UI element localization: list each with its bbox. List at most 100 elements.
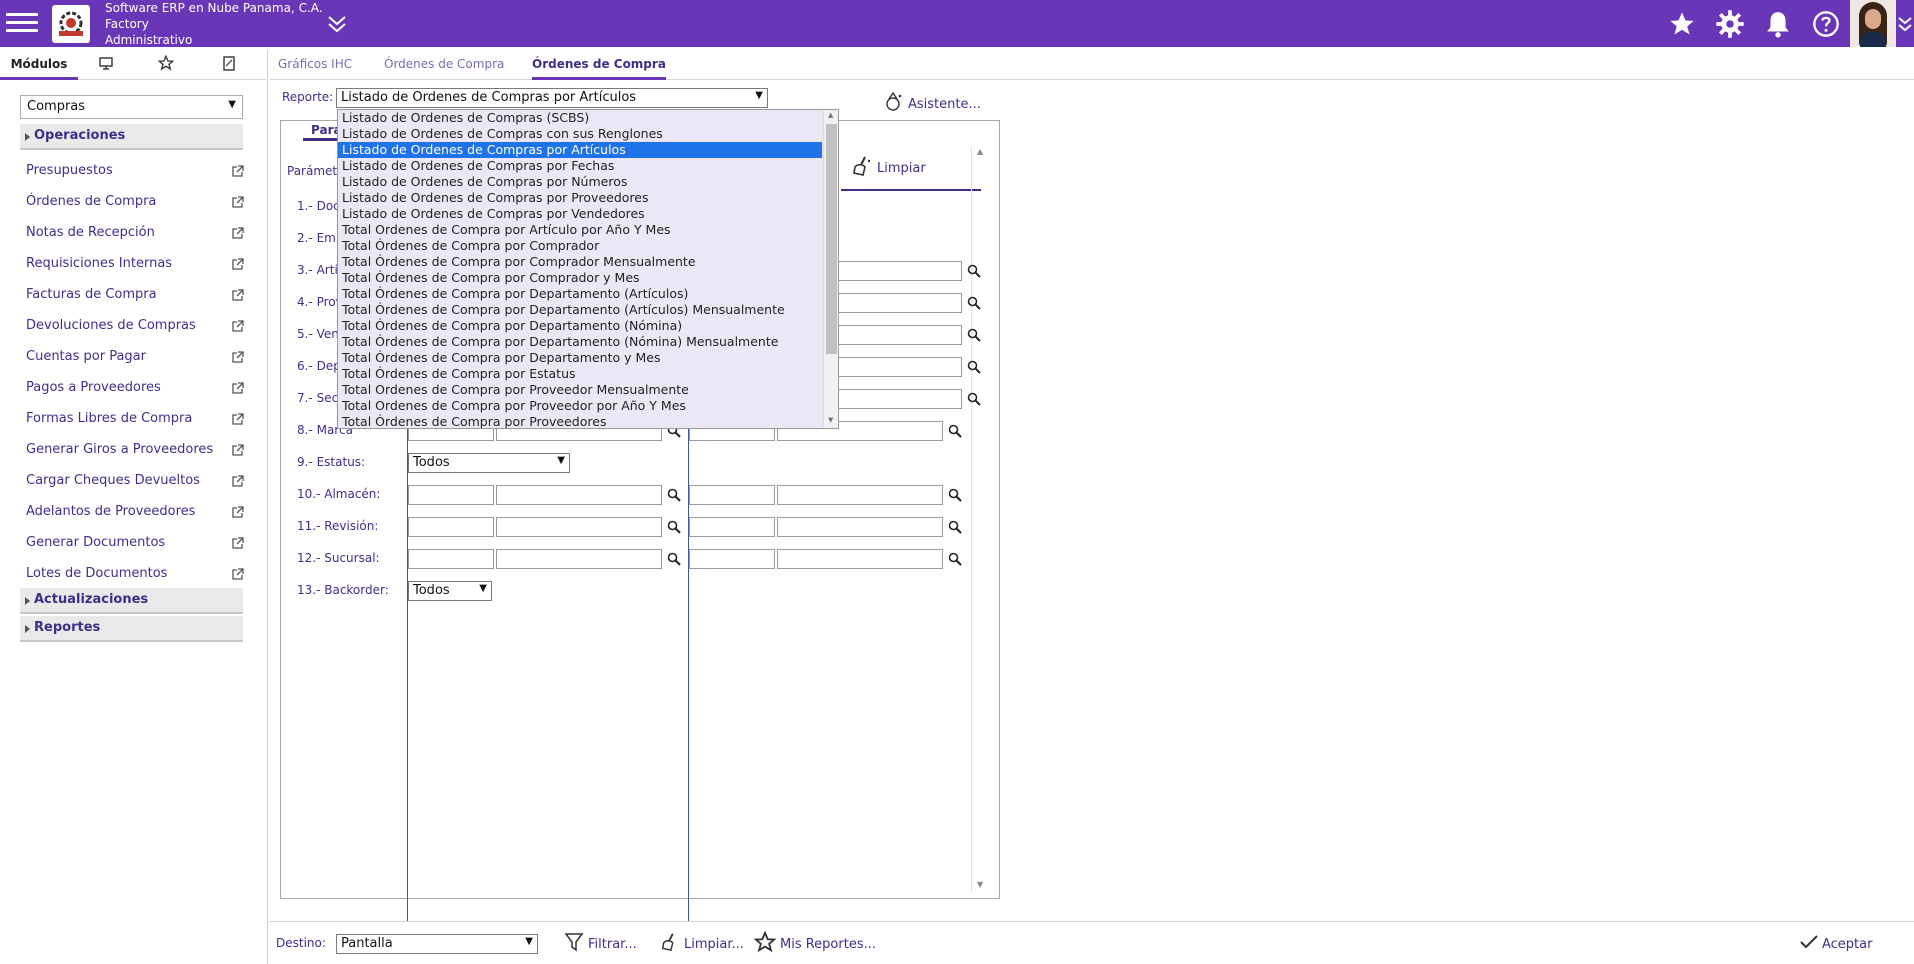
reporte-option[interactable]: Total Órdenes de Compra por Comprador Me…	[338, 254, 822, 270]
reporte-option[interactable]: Listado de Ordenes de Compras por Fechas	[338, 158, 822, 174]
reporte-option[interactable]: Total Ordenes de Compra por Proveedor po…	[338, 398, 822, 414]
menu-item-formas-libres-de-compra[interactable]: Formas Libres de Compra	[26, 408, 246, 430]
reporte-option[interactable]: Total Órdenes de Compra por Departamento…	[338, 334, 822, 350]
search-icon[interactable]	[667, 552, 681, 566]
menu-item-cuentas-por-pagar[interactable]: Cuentas por Pagar	[26, 346, 246, 368]
scrollbar-thumb[interactable]	[826, 124, 837, 354]
menu-item-generar-giros-a-proveedores[interactable]: Generar Giros a Proveedores	[26, 439, 246, 461]
tab-modulos[interactable]: Módulos	[0, 50, 78, 80]
notifications-bell-icon[interactable]	[1754, 0, 1802, 47]
reporte-option[interactable]: Total Ordenes de Compra por Proveedor Me…	[338, 382, 822, 398]
tab-ordenes-de-compra-reportes[interactable]: Órdenes de Compra	[532, 50, 666, 80]
external-link-icon[interactable]	[231, 381, 244, 394]
estatus-select[interactable]: Todos ▼	[408, 453, 570, 473]
search-icon[interactable]	[967, 264, 981, 278]
external-link-icon[interactable]	[231, 288, 244, 301]
external-link-icon[interactable]	[231, 319, 244, 332]
reporte-select[interactable]: Listado de Ordenes de Compras por Artícu…	[336, 88, 768, 108]
almacen-desde-code-field[interactable]	[408, 485, 494, 505]
tab-documents[interactable]	[198, 50, 260, 80]
menu-item-notas-de-recepcion[interactable]: Notas de Recepción	[26, 222, 246, 244]
search-icon[interactable]	[967, 392, 981, 406]
tab-desktop[interactable]	[78, 50, 134, 80]
reporte-option[interactable]: Total Órdenes de Compra por Comprador y …	[338, 270, 822, 286]
reporte-option[interactable]: Total Órdenes de Compra por Departamento…	[338, 350, 822, 366]
external-link-icon[interactable]	[231, 443, 244, 456]
section-operaciones[interactable]: Operaciones	[20, 124, 243, 150]
revision-desde-name-field[interactable]	[496, 517, 662, 537]
reporte-dropdown-list[interactable]: Listado de Ordenes de Compras (SCBS) Lis…	[337, 109, 839, 429]
revision-desde-code-field[interactable]	[408, 517, 494, 537]
external-link-icon[interactable]	[231, 164, 244, 177]
tab-ordenes-de-compra[interactable]: Órdenes de Compra	[384, 50, 504, 80]
external-link-icon[interactable]	[231, 505, 244, 518]
reporte-option[interactable]: Total Órdenes de Compra por Departamento…	[338, 302, 822, 318]
sucursal-hasta-code-field[interactable]	[689, 549, 775, 569]
external-link-icon[interactable]	[231, 567, 244, 580]
scroll-up-icon[interactable]: ▲	[828, 111, 833, 119]
filtrar-button[interactable]: Filtrar...	[564, 932, 637, 956]
menu-item-presupuestos[interactable]: Presupuestos	[26, 160, 246, 182]
external-link-icon[interactable]	[231, 350, 244, 363]
scroll-down-icon[interactable]: ▼	[977, 880, 983, 889]
search-icon[interactable]	[948, 424, 962, 438]
help-icon[interactable]	[1802, 0, 1850, 47]
param-hasta-field[interactable]	[826, 357, 962, 377]
reporte-option[interactable]: Listado de Ordenes de Compras por Número…	[338, 174, 822, 190]
param-hasta-field[interactable]	[826, 261, 962, 281]
tab-graficos-ihc[interactable]: Gráficos IHC	[278, 50, 352, 80]
favorites-star-icon[interactable]	[1658, 0, 1706, 47]
search-icon[interactable]	[667, 520, 681, 534]
almacen-desde-name-field[interactable]	[496, 485, 662, 505]
asistente-button[interactable]: Asistente...	[884, 91, 981, 116]
sucursal-desde-code-field[interactable]	[408, 549, 494, 569]
reporte-option[interactable]: Listado de Ordenes de Compras por Vended…	[338, 206, 822, 222]
backorder-select[interactable]: Todos ▼	[408, 581, 492, 601]
limpiar-params-button[interactable]: Limpiar	[851, 155, 926, 181]
reporte-option[interactable]: Listado de Ordenes de Compras (SCBS)	[338, 110, 822, 126]
reporte-option[interactable]: Total Órdenes de Compra por Comprador	[338, 238, 822, 254]
tab-favorites[interactable]	[134, 50, 198, 80]
reporte-option[interactable]: Total Órdenes de Compra por Departamento…	[338, 286, 822, 302]
revision-hasta-name-field[interactable]	[777, 517, 943, 537]
reporte-option-selected[interactable]: Listado de Ordenes de Compras por Artícu…	[338, 142, 822, 158]
settings-gear-icon[interactable]	[1706, 0, 1754, 47]
almacen-hasta-code-field[interactable]	[689, 485, 775, 505]
reporte-option[interactable]: Total Órdenes de Compra por Proveedores	[338, 414, 822, 428]
search-icon[interactable]	[967, 328, 981, 342]
reporte-option[interactable]: Total Órdenes de Compra por Departamento…	[338, 318, 822, 334]
reporte-option[interactable]: Total Órdenes de Compra por Estatus	[338, 366, 822, 382]
external-link-icon[interactable]	[231, 536, 244, 549]
aceptar-button[interactable]: Aceptar	[1800, 932, 1872, 956]
reporte-option[interactable]: Total Ordenes de Compra por Artículo por…	[338, 222, 822, 238]
external-link-icon[interactable]	[231, 226, 244, 239]
param-hasta-field[interactable]	[826, 293, 962, 313]
limpiar-button[interactable]: Limpiar...	[660, 932, 744, 956]
search-icon[interactable]	[948, 552, 962, 566]
chevrons-down-icon[interactable]	[325, 14, 349, 34]
revision-hasta-code-field[interactable]	[689, 517, 775, 537]
menu-item-ordenes-de-compra[interactable]: Órdenes de Compra	[26, 191, 246, 213]
search-icon[interactable]	[948, 520, 962, 534]
search-icon[interactable]	[967, 296, 981, 310]
sucursal-desde-name-field[interactable]	[496, 549, 662, 569]
reporte-option[interactable]: Listado de Ordenes de Compras con sus Re…	[338, 126, 822, 142]
reporte-option[interactable]: Listado de Ordenes de Compras por Provee…	[338, 190, 822, 206]
sucursal-hasta-name-field[interactable]	[777, 549, 943, 569]
menu-item-lotes-de-documentos[interactable]: Lotes de Documentos	[26, 563, 246, 585]
menu-item-requisiciones-internas[interactable]: Requisiciones Internas	[26, 253, 246, 275]
param-hasta-field[interactable]	[826, 389, 962, 409]
section-reportes[interactable]: Reportes	[20, 616, 243, 642]
user-menu-chevron-icon[interactable]	[1896, 0, 1914, 47]
scroll-up-icon[interactable]: ▲	[977, 147, 983, 156]
module-select[interactable]: Compras ▼	[20, 95, 243, 119]
search-icon[interactable]	[948, 488, 962, 502]
panel-scrollbar[interactable]: ▲ ▼	[971, 147, 989, 892]
search-icon[interactable]	[967, 360, 981, 374]
external-link-icon[interactable]	[231, 257, 244, 270]
external-link-icon[interactable]	[231, 195, 244, 208]
dropdown-scrollbar[interactable]: ▲ ▼	[823, 110, 838, 428]
menu-item-facturas-de-compra[interactable]: Facturas de Compra	[26, 284, 246, 306]
menu-item-generar-documentos[interactable]: Generar Documentos	[26, 532, 246, 554]
menu-icon[interactable]	[6, 8, 38, 38]
